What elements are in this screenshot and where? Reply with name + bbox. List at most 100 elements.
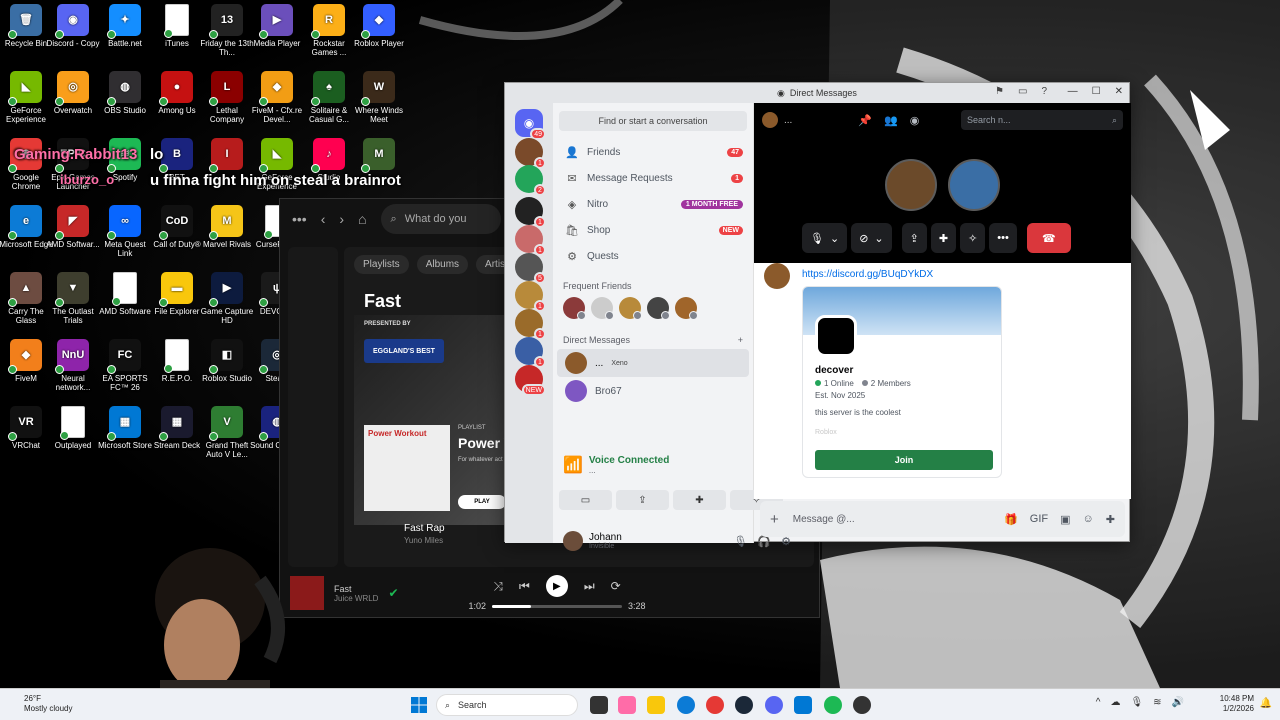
friend-avatar[interactable] [563,297,586,320]
server-icon[interactable]: 1 [515,281,546,312]
copilot-icon[interactable] [618,696,636,714]
mic-button[interactable]: 🎙 ⌄ [802,223,848,253]
server-icon[interactable]: 1 [515,309,546,340]
server-icon[interactable]: 1 [515,138,546,169]
message-input[interactable]: Message @... [793,514,855,525]
server-icon[interactable]: 1 [515,225,546,256]
desktop-icon[interactable]: R.E.P.O. [149,339,205,383]
desktop-icon[interactable]: NnU Neural network... [45,339,101,392]
weather-widget[interactable]: 26°F Mostly cloudy [24,694,72,714]
chip-playlists[interactable]: Playlists [354,255,409,274]
desktop-icon[interactable]: V Grand Theft Auto V Le... [199,406,255,459]
pin-icon[interactable]: 📌 [858,114,872,127]
desktop-icon[interactable]: ▦ Stream Deck [149,406,205,450]
desktop-icon[interactable]: ✦ Battle.net [97,4,153,48]
file-explorer-icon[interactable] [647,696,665,714]
desktop-icon[interactable]: iTunes [149,4,205,48]
maximize-button[interactable]: ☐ [1092,86,1101,97]
desktop-icon[interactable]: ▼ The Outlast Trials [45,272,101,325]
check-icon[interactable]: ✔ [388,586,398,600]
flag-icon[interactable]: ⚑ [995,86,1004,97]
mic-icon[interactable]: 🎙 [733,535,747,548]
home-dm-button[interactable]: ◉ 49 [515,109,546,140]
progress-bar[interactable] [492,604,623,608]
add-friend-icon[interactable]: 👥 [884,114,898,127]
clock[interactable]: 10:48 PM 1/2/2026 [1220,694,1254,714]
desktop-icon[interactable]: L Lethal Company [199,71,255,124]
desktop-icon[interactable]: ◉ Discord - Copy [45,4,101,48]
friend-avatar[interactable] [647,297,670,320]
friend-avatar[interactable] [591,297,614,320]
now-artist[interactable]: Juice WRLD [334,594,378,603]
call-avatar[interactable] [885,159,937,211]
next-icon[interactable]: ⏭ [584,579,595,594]
add-attachment-icon[interactable]: + [770,511,779,528]
desktop-icon[interactable]: ▦ Microsoft Store [97,406,153,450]
server-icon[interactable]: NEW [515,365,546,396]
camera-button[interactable]: ▭ [559,490,612,510]
dm-item[interactable]: Bro67 [557,377,749,405]
desktop-icon[interactable]: ◍ OBS Studio [97,71,153,115]
desktop-icon[interactable]: ▶ Game Capture HD [199,272,255,325]
join-button[interactable]: Join [815,450,993,470]
desktop-icon[interactable]: ◎ Overwatch [45,71,101,115]
desktop-icon[interactable]: AMD Software [97,272,153,316]
spotify-icon[interactable] [824,696,842,714]
help-icon[interactable]: ? [1041,86,1047,97]
desktop-icon[interactable]: ∞ Meta Quest Link [97,205,153,258]
desktop-icon[interactable]: Outplayed [45,406,101,450]
hang-up-button[interactable]: ☎ [1026,223,1071,253]
mic-icon[interactable]: 🎙 [1130,697,1143,708]
steam-icon[interactable] [735,696,753,714]
screenshare-button[interactable]: ⇪ [901,223,927,253]
more-icon[interactable]: ••• [292,211,307,227]
chip-albums[interactable]: Albums [416,255,469,274]
server-icon[interactable]: 5 [515,253,546,284]
desktop-icon[interactable]: ▬ File Explorer [149,272,205,316]
desktop-icon[interactable]: M [351,138,407,173]
desktop-icon[interactable]: ▶ Media Player [249,4,305,48]
call-avatar[interactable] [948,159,1000,211]
desktop-icon[interactable]: R Rockstar Games ... [301,4,357,57]
taskbar-search[interactable]: ⌕ Search [436,694,578,716]
spotify-search-input[interactable]: ⌕ What do you [380,204,501,234]
search-input[interactable]: Search n... ⌕ [961,110,1123,130]
nav-item-nitro[interactable]: ◈ Nitro 1 MONTH FREE [553,191,753,217]
edge-icon[interactable] [677,696,695,714]
gift-icon[interactable]: 🎁 [1004,513,1018,526]
desktop-icon[interactable]: CoD Call of Duty® [149,205,205,249]
desktop-icon[interactable]: M Marvel Rivals [199,205,255,249]
nav-item-quests[interactable]: ⚙ Quests [553,243,753,269]
repeat-icon[interactable]: ⟳ [611,579,621,593]
back-icon[interactable]: ‹ [321,211,326,227]
voice-channel-label[interactable]: ... [589,466,669,475]
soundboard-button[interactable]: ✧ [960,223,986,253]
dm-item[interactable]: ... Xeno [557,349,749,377]
server-icon[interactable]: 1 [515,197,546,228]
volume-icon[interactable]: 🔊 [1172,697,1184,708]
play-pause-button[interactable]: ▶ [545,575,568,597]
nav-item-shop[interactable]: 🛍 Shop NEW [553,217,753,243]
activity-button[interactable]: ✚ [930,223,957,253]
sticker-icon[interactable]: ▣ [1060,513,1070,526]
discord-icon[interactable] [765,696,783,714]
apps-icon[interactable]: ✚ [1106,513,1115,526]
user-name[interactable]: Johann [589,532,622,543]
play-button[interactable]: PLAY [458,495,506,509]
notification-bell-icon[interactable]: 🔔 [1260,698,1272,709]
task-view-icon[interactable] [590,696,608,714]
message-composer[interactable]: + Message @... 🎁 GIF ▣ ☺ ✚ [760,501,1125,537]
desktop-icon[interactable]: ◤ AMD Softwar... [45,205,101,249]
desktop-icon[interactable]: ◆ Roblox Player [351,4,407,48]
screenshare-button[interactable]: ⇪ [616,490,669,510]
now-title[interactable]: Fast [334,584,378,594]
friend-avatar[interactable] [675,297,698,320]
titlebar[interactable]: ◉ Direct Messages ⚑ ▭? — ☐ ✕ [505,83,1129,103]
desktop-icon[interactable]: W Where Winds Meet [351,71,407,124]
camera-button[interactable]: ⊘ ⌄ [851,223,892,253]
store-icon[interactable] [794,696,812,714]
desktop-icon[interactable]: ◧ Roblox Studio [199,339,255,383]
chevron-up-icon[interactable]: ^ [1096,697,1101,708]
emoji-icon[interactable]: ☺ [1083,513,1094,526]
nav-item-friends[interactable]: 👤 Friends 47 [553,139,753,165]
